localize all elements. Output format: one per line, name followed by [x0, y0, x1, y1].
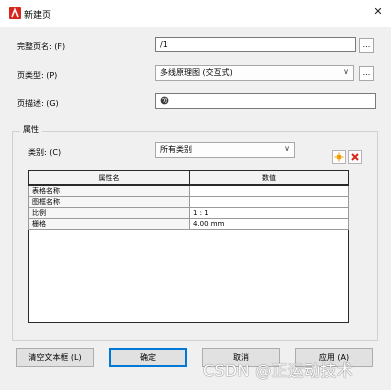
- property-value-cell[interactable]: [189, 196, 349, 208]
- new-property-button[interactable]: [332, 150, 346, 164]
- new-star-icon: [334, 152, 344, 162]
- full-name-label: 完整页名: (F): [17, 42, 66, 51]
- window-title: 新建页: [24, 11, 52, 21]
- page-type-value: 多线原理图 (交互式): [160, 68, 233, 77]
- page-type-label: 页类型: (P): [17, 71, 58, 80]
- category-value: 所有类别: [160, 145, 192, 154]
- page-desc-label: 页描述: (G): [17, 99, 59, 108]
- table-row[interactable]: 图框名称: [28, 196, 349, 208]
- column-header-value[interactable]: 数值: [189, 170, 349, 186]
- clear-textbox-button[interactable]: 清空文本框 (L): [16, 348, 94, 367]
- chevron-down-icon: ∨: [284, 144, 290, 153]
- title-bar: 新建页 ✕: [0, 0, 391, 27]
- full-name-browse-button[interactable]: ...: [359, 38, 374, 53]
- property-value-cell[interactable]: 4.00 mm: [189, 218, 349, 230]
- properties-group-title: 属性: [20, 124, 42, 135]
- property-value-cell[interactable]: [189, 184, 349, 197]
- ok-button[interactable]: 确定: [109, 348, 187, 367]
- category-dropdown[interactable]: 所有类别 ∨: [155, 142, 295, 158]
- property-name-cell: 图框名称: [28, 196, 190, 208]
- page-type-browse-button[interactable]: ...: [359, 66, 374, 81]
- chevron-down-icon: ∨: [343, 67, 349, 76]
- table-row[interactable]: 比例 1 : 1: [28, 207, 349, 219]
- table-row[interactable]: 栅格 4.00 mm: [28, 218, 349, 230]
- category-label: 类别: (C): [28, 148, 62, 157]
- close-button[interactable]: ✕: [369, 3, 387, 21]
- page-type-dropdown[interactable]: 多线原理图 (交互式) ∨: [155, 65, 354, 81]
- full-name-input[interactable]: /1: [155, 37, 356, 52]
- delete-x-icon: [351, 153, 359, 161]
- property-name-cell: 栅格: [28, 218, 190, 230]
- page-desc-input[interactable]: [155, 93, 376, 109]
- table-row[interactable]: 表格名称: [28, 184, 349, 197]
- delete-property-button[interactable]: [348, 150, 362, 164]
- globe-icon: [160, 96, 169, 105]
- property-value-cell[interactable]: 1 : 1: [189, 207, 349, 219]
- eplan-app-icon: [9, 7, 21, 19]
- properties-table: 属性名 数值 表格名称 图框名称 比例 1 : 1 栅格 4.00 mm: [28, 170, 349, 230]
- column-header-name[interactable]: 属性名: [28, 170, 190, 186]
- property-name-cell: 比例: [28, 207, 190, 219]
- csdn-watermark: CSDN @正运动技术: [203, 361, 354, 380]
- property-name-cell: 表格名称: [28, 184, 190, 197]
